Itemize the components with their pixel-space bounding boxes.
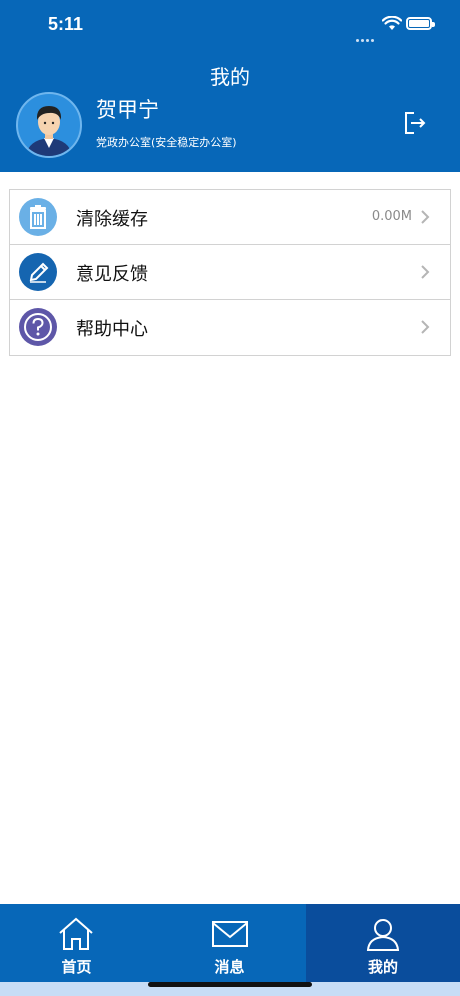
- profile-header: 我的 贺甲宁 党政办公室(安全稳定办公室): [0, 52, 460, 172]
- wifi-icon: [382, 16, 402, 30]
- bottom-tab-bar: 首页 消息 我的: [0, 904, 460, 982]
- chevron-right-icon: [421, 210, 430, 224]
- status-time: 5:11: [48, 14, 84, 34]
- menu-item-label: 清除缓存: [76, 209, 148, 230]
- chevron-right-icon: [421, 265, 430, 279]
- home-indicator-area: [0, 982, 460, 996]
- mail-icon: [212, 921, 248, 947]
- logout-icon[interactable]: [402, 110, 428, 136]
- tab-messages[interactable]: 消息: [153, 904, 306, 982]
- user-department: 党政办公室(安全稳定办公室): [96, 136, 237, 149]
- chevron-right-icon: [421, 320, 430, 334]
- menu-item-label: 帮助中心: [76, 319, 148, 340]
- tab-home[interactable]: 首页: [0, 904, 153, 982]
- signal-icon: [356, 27, 378, 42]
- tab-mine[interactable]: 我的: [306, 904, 460, 982]
- menu-item-clear-cache[interactable]: 清除缓存 0.00M: [10, 190, 450, 245]
- status-bar: 5:11: [0, 0, 460, 52]
- tab-label: 消息: [214, 958, 245, 976]
- trash-icon: [19, 198, 57, 236]
- cache-size-value: 0.00M: [371, 209, 412, 224]
- battery-icon: [406, 17, 435, 30]
- avatar[interactable]: [16, 92, 82, 158]
- tab-label: 首页: [61, 958, 92, 976]
- avatar-person-icon: [26, 106, 72, 156]
- tab-label: 我的: [367, 958, 398, 976]
- user-name: 贺甲宁: [96, 98, 159, 122]
- menu-item-label: 意见反馈: [76, 264, 148, 285]
- menu-item-help-center[interactable]: 帮助中心: [10, 300, 450, 355]
- settings-menu: 清除缓存 0.00M 意见反馈 帮助中心: [9, 189, 451, 356]
- menu-item-feedback[interactable]: 意见反馈: [10, 245, 450, 300]
- page-title: 我的: [210, 65, 250, 89]
- home-indicator[interactable]: [148, 982, 312, 987]
- user-icon: [366, 919, 400, 951]
- pencil-icon: [19, 253, 57, 291]
- question-icon: [19, 308, 57, 346]
- home-icon: [59, 917, 93, 950]
